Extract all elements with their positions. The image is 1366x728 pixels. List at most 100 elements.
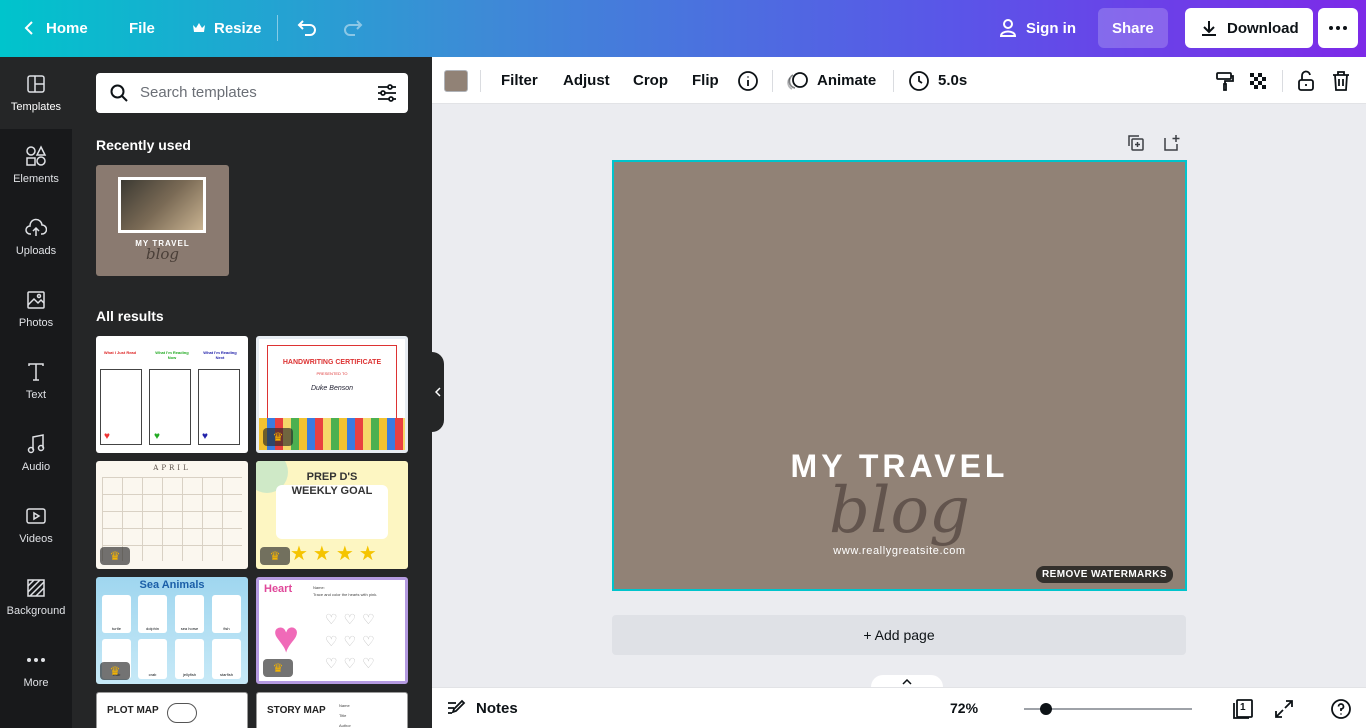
- all-results-heading: All results: [96, 308, 164, 324]
- lock-button[interactable]: [1296, 57, 1316, 104]
- rail-item-background[interactable]: Background: [0, 561, 72, 633]
- fullscreen-button[interactable]: [1274, 699, 1294, 722]
- animal-card: starfish: [212, 639, 241, 679]
- add-page-icon-button[interactable]: [1162, 133, 1182, 158]
- rail-item-photos[interactable]: Photos: [0, 273, 72, 345]
- premium-crown-icon: ♛: [263, 428, 293, 446]
- recent-template-travel-blog[interactable]: MY TRAVEL blog: [96, 165, 229, 276]
- search-input[interactable]: Search templates: [140, 84, 257, 101]
- sign-in-button[interactable]: Sign in: [988, 8, 1086, 48]
- template-story-map[interactable]: STORY MAP Name Title Author: [256, 692, 408, 728]
- template-column-label: What I'm Reading Next: [203, 350, 237, 360]
- canvas-url-text[interactable]: www.reallygreatsite.com: [614, 545, 1185, 557]
- heart-template-title: Heart: [264, 583, 293, 595]
- download-button[interactable]: Download: [1185, 8, 1313, 48]
- clock-icon: [909, 70, 929, 91]
- help-button[interactable]: [1330, 698, 1352, 723]
- notes-button[interactable]: Notes: [446, 699, 518, 717]
- story-map-field: Title: [339, 713, 347, 718]
- rail-item-templates[interactable]: Templates: [0, 57, 72, 129]
- delete-button[interactable]: [1331, 57, 1351, 104]
- premium-crown-icon: ♛: [263, 659, 293, 677]
- add-page-button[interactable]: + Add page: [612, 615, 1186, 655]
- more-icon: [27, 658, 45, 662]
- redo-button[interactable]: [334, 8, 372, 48]
- premium-crown-icon: ♛: [260, 547, 290, 565]
- design-canvas[interactable]: MY TRAVEL blog www.reallygreatsite.com R…: [612, 160, 1187, 591]
- background-icon: [27, 579, 45, 597]
- chevron-up-icon: [902, 678, 912, 685]
- plot-map-title: PLOT MAP: [107, 705, 159, 716]
- template-heart-tracing[interactable]: Heart Name: Trace and color the hearts w…: [256, 577, 408, 684]
- collapse-panel-button[interactable]: [432, 352, 444, 432]
- story-map-field: Name: [339, 703, 350, 708]
- duplicate-icon: [1128, 135, 1144, 151]
- info-button[interactable]: [737, 57, 759, 104]
- premium-crown-icon: ♛: [100, 662, 130, 680]
- resize-button[interactable]: Resize: [182, 8, 272, 48]
- page-count-button[interactable]: 1: [1232, 698, 1254, 723]
- certificate-subtitle: PRESENTED TO: [316, 371, 348, 376]
- flip-button[interactable]: Flip: [692, 57, 719, 104]
- transparency-button[interactable]: [1248, 57, 1268, 104]
- background-color-swatch[interactable]: [444, 70, 468, 92]
- undo-icon: [297, 20, 316, 36]
- more-options-button[interactable]: [1318, 8, 1358, 48]
- story-map-title: STORY MAP: [267, 705, 326, 716]
- templates-icon: [27, 75, 45, 93]
- goal-title-line2: WEEKLY GOAL: [291, 485, 373, 497]
- zoom-level[interactable]: 72%: [950, 700, 978, 716]
- animal-card: dolphin: [138, 595, 167, 633]
- toolbar-divider: [1282, 70, 1283, 92]
- filter-button[interactable]: Filter: [501, 57, 538, 104]
- add-page-icon: [1164, 135, 1180, 151]
- canvas-script-text[interactable]: blog: [614, 474, 1185, 548]
- template-column-label: What I'm Reading Now: [155, 350, 189, 360]
- zoom-slider-knob[interactable]: [1040, 703, 1052, 715]
- topbar-divider: [277, 15, 278, 41]
- duplicate-page-button[interactable]: [1126, 133, 1146, 158]
- rail-item-more[interactable]: More: [0, 633, 72, 705]
- file-menu-button[interactable]: File: [119, 8, 165, 48]
- template-april-calendar[interactable]: APRIL ♛: [96, 461, 248, 569]
- rail-item-videos[interactable]: Videos: [0, 489, 72, 561]
- undo-button[interactable]: [288, 8, 326, 48]
- trash-icon: [1333, 70, 1349, 91]
- heart-template-instruction: Trace and color the hearts with pink.: [313, 592, 378, 597]
- rail-item-audio[interactable]: Audio: [0, 417, 72, 489]
- certificate-title: HANDWRITING CERTIFICATE: [282, 359, 382, 366]
- search-templates-field[interactable]: Search templates: [96, 73, 408, 113]
- animal-card: sea horse: [175, 595, 204, 633]
- rail-item-text[interactable]: Text: [0, 345, 72, 417]
- cloud-outline: [167, 703, 197, 723]
- crop-button[interactable]: Crop: [633, 57, 668, 104]
- animal-card: crab: [138, 639, 167, 679]
- transparency-icon: [1250, 72, 1266, 89]
- download-icon: [1202, 21, 1216, 36]
- crown-icon: [193, 23, 205, 32]
- big-heart-illustration: ♥: [273, 613, 300, 662]
- home-button[interactable]: Home: [12, 8, 98, 48]
- remove-watermarks-button[interactable]: REMOVE WATERMARKS: [1036, 566, 1173, 583]
- uploads-icon: [25, 218, 47, 236]
- heart-icon: ♥: [104, 431, 110, 442]
- copy-style-button[interactable]: [1214, 57, 1236, 104]
- adjust-button[interactable]: Adjust: [563, 57, 610, 104]
- templates-panel: Search templates Recently used MY TRAVEL…: [72, 57, 432, 728]
- animal-card: turtle: [102, 595, 131, 633]
- rail-item-elements[interactable]: Elements: [0, 129, 72, 201]
- premium-crown-icon: ♛: [100, 547, 130, 565]
- paint-roller-icon: [1216, 71, 1234, 91]
- duration-button[interactable]: 5.0s: [908, 57, 967, 104]
- template-column-label: What I Just Read: [103, 350, 137, 355]
- share-button[interactable]: Share: [1098, 8, 1168, 48]
- template-reading-chart[interactable]: What I Just Read What I'm Reading Now Wh…: [96, 336, 248, 453]
- rail-item-uploads[interactable]: Uploads: [0, 201, 72, 273]
- template-handwriting-certificate[interactable]: HANDWRITING CERTIFICATE PRESENTED TO Duk…: [256, 336, 408, 453]
- template-weekly-goal[interactable]: PREP D'S WEEKLY GOAL ★★★★ ♛: [256, 461, 408, 569]
- template-sea-animals[interactable]: Sea Animals turtle dolphin sea horse fis…: [96, 577, 248, 684]
- audio-icon: [27, 434, 45, 454]
- animate-button[interactable]: Animate: [787, 57, 876, 104]
- filter-sliders-icon[interactable]: [376, 83, 398, 103]
- template-plot-map[interactable]: PLOT MAP: [96, 692, 248, 728]
